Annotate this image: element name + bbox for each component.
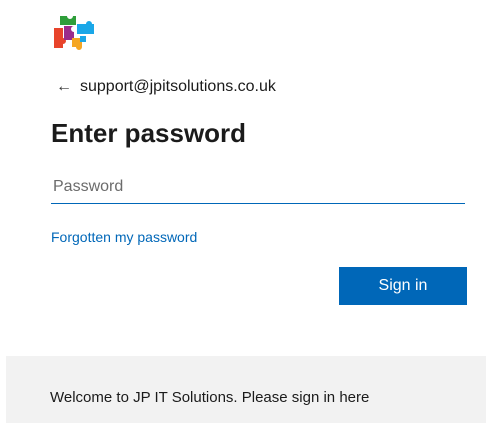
page-title: Enter password — [51, 118, 247, 148]
account-email: support@jpitsolutions.co.uk — [80, 78, 276, 95]
identity-banner[interactable]: ← support@jpitsolutions.co.uk — [56, 78, 276, 96]
jigsaw-puzzle-logo-icon — [54, 16, 94, 50]
back-arrow-icon[interactable]: ← — [56, 78, 72, 96]
footer-message: Welcome to JP IT Solutions. Please sign … — [50, 389, 370, 406]
sign-in-page: ← support@jpitsolutions.co.uk Enter pass… — [0, 0, 486, 423]
forgot-password-link[interactable]: Forgotten my password — [51, 229, 197, 245]
footer-banner: Welcome to JP IT Solutions. Please sign … — [6, 356, 486, 423]
password-input[interactable] — [51, 170, 465, 204]
sign-in-button[interactable]: Sign in — [339, 267, 467, 305]
